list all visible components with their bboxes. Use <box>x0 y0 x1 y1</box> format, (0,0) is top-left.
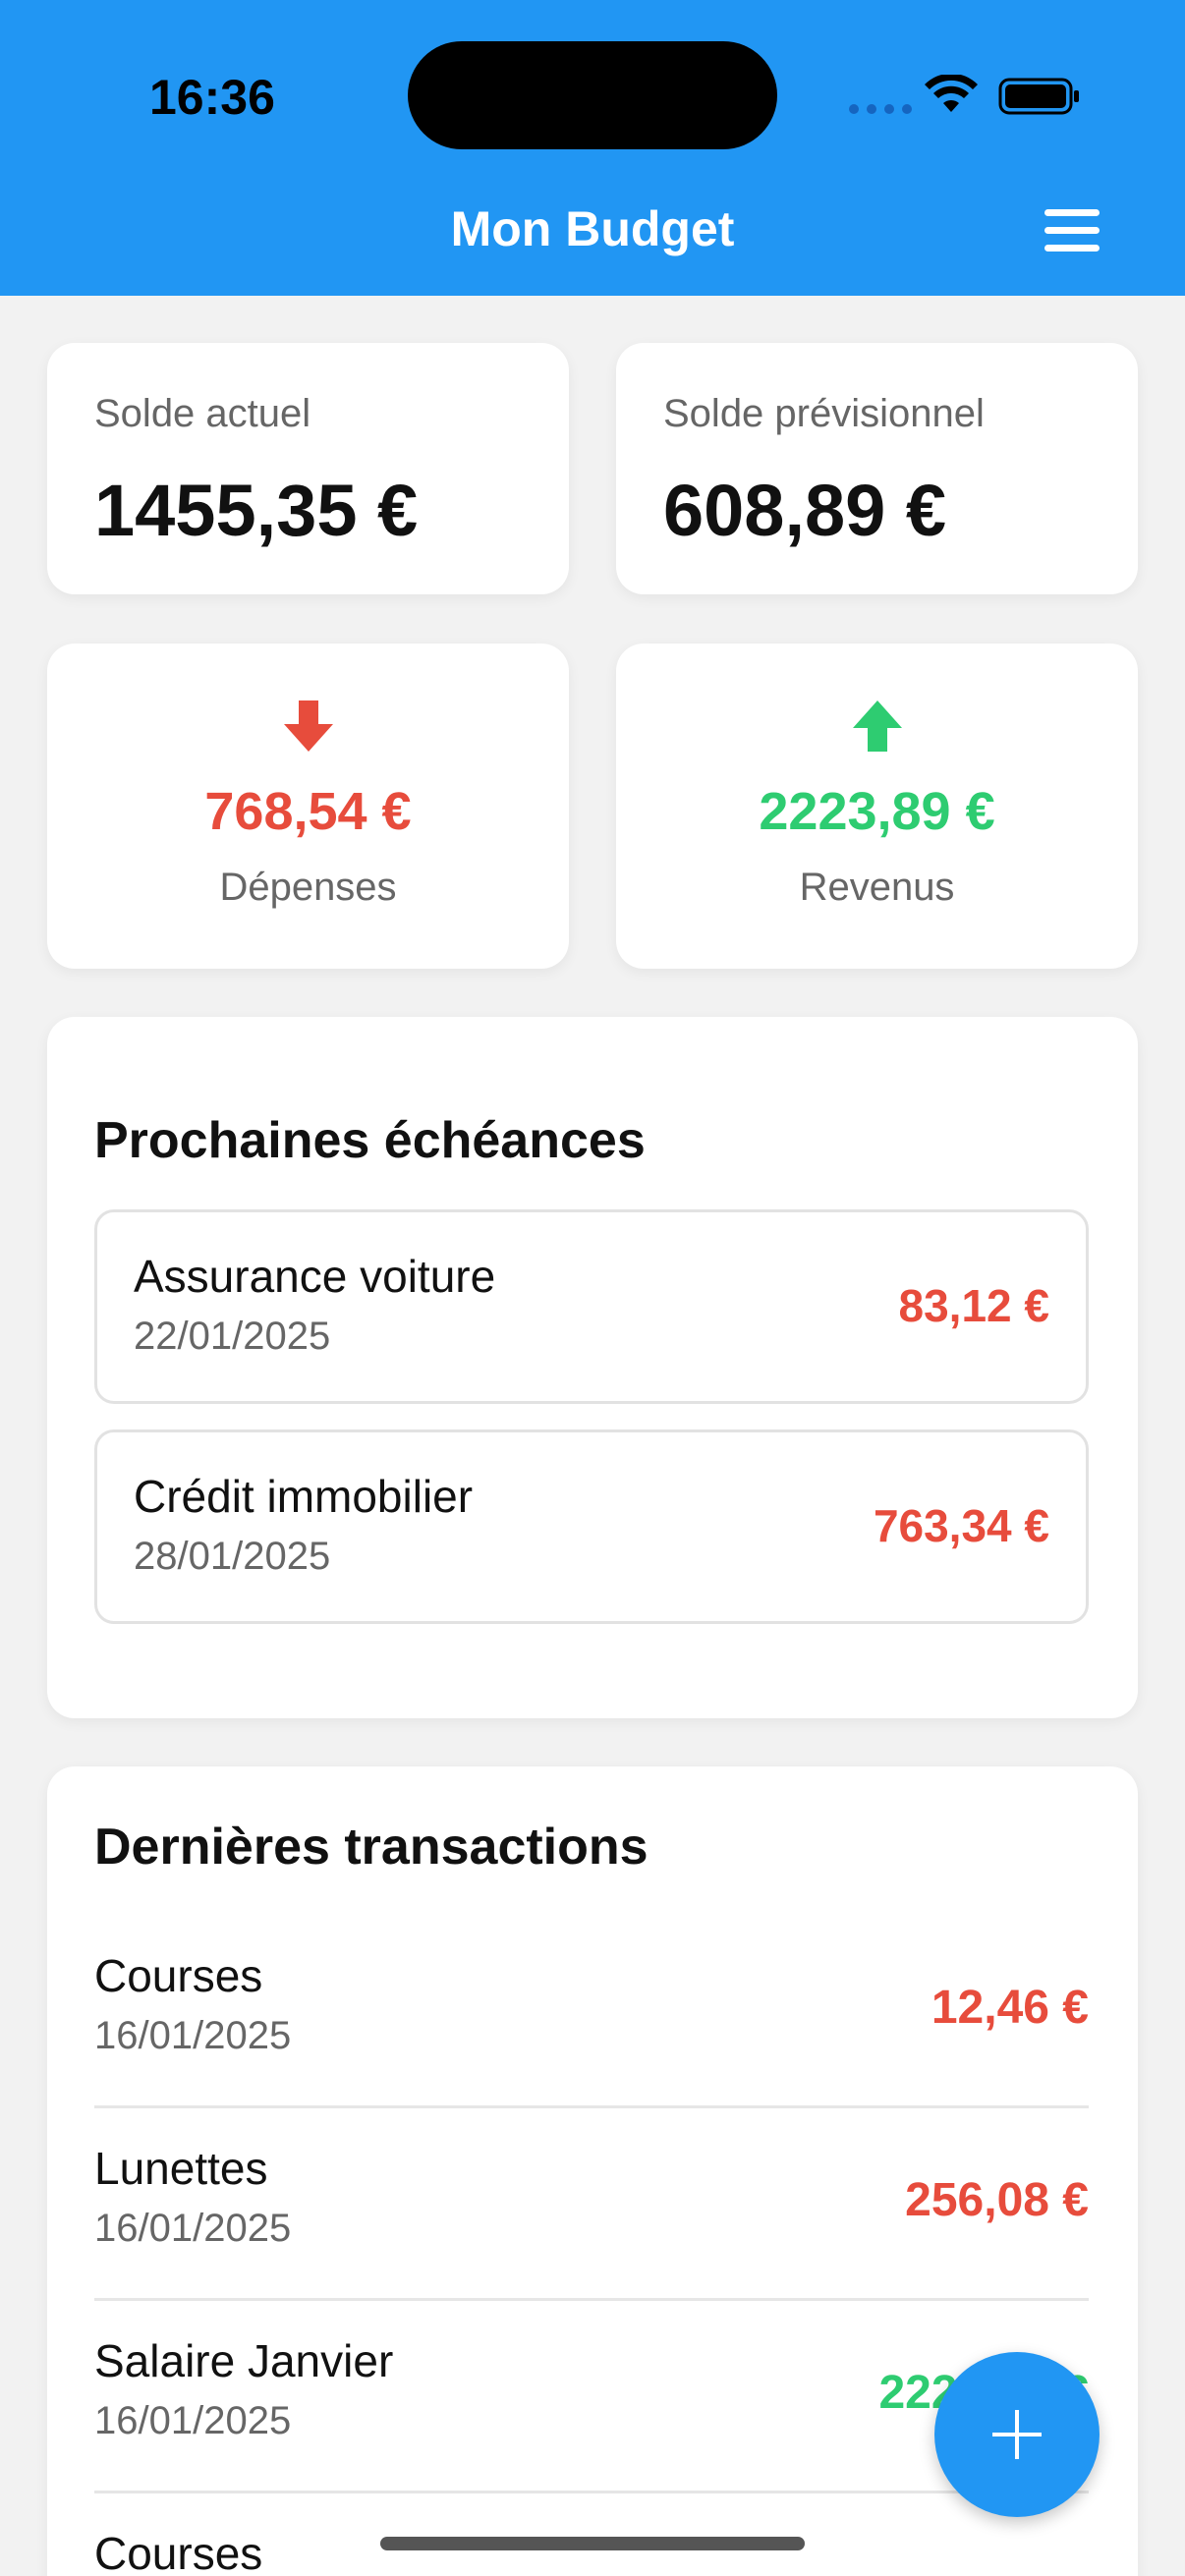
expenses-value: 768,54 € <box>204 782 412 841</box>
transaction-row[interactable]: Courses 16/01/2025 12,46 € <box>94 1916 1089 2108</box>
dynamic-island <box>408 41 777 149</box>
upcoming-item-date: 22/01/2025 <box>134 1315 331 1358</box>
transaction-name: Courses <box>94 2528 263 2576</box>
forecast-balance-label: Solde prévisionnel <box>663 392 985 435</box>
arrow-down-icon <box>283 700 333 752</box>
transaction-name: Lunettes <box>94 2143 268 2194</box>
wifi-icon <box>925 75 978 112</box>
upcoming-item-date: 28/01/2025 <box>134 1535 331 1578</box>
expenses-card[interactable]: 768,54 € Dépenses <box>47 644 569 969</box>
transaction-name: Courses <box>94 1950 263 2001</box>
current-balance-card: Solde actuel 1455,35 € <box>47 343 569 594</box>
home-indicator[interactable] <box>380 2537 805 2550</box>
current-balance-label: Solde actuel <box>94 392 311 435</box>
upcoming-item-amount: 83,12 € <box>898 1280 1049 1331</box>
transaction-name: Salaire Janvier <box>94 2335 394 2386</box>
plus-icon <box>992 2410 1042 2459</box>
upcoming-item[interactable]: Assurance voiture 22/01/2025 83,12 € <box>94 1209 1089 1404</box>
transaction-row[interactable]: Lunettes 16/01/2025 256,08 € <box>94 2108 1089 2301</box>
upcoming-item[interactable]: Crédit immobilier 28/01/2025 763,34 € <box>94 1429 1089 1624</box>
upcoming-item-name: Assurance voiture <box>134 1251 496 1302</box>
transaction-date: 16/01/2025 <box>94 2399 292 2442</box>
transaction-row[interactable]: Courses <box>94 2493 1089 2576</box>
forecast-balance-value: 608,89 € <box>663 470 947 551</box>
upcoming-item-name: Crédit immobilier <box>134 1471 474 1522</box>
current-balance-value: 1455,35 € <box>94 470 419 551</box>
menu-icon[interactable] <box>1044 209 1100 252</box>
cellular-signal-icon <box>849 104 912 114</box>
transaction-date: 16/01/2025 <box>94 2014 292 2057</box>
income-label: Revenus <box>799 866 955 909</box>
transaction-amount: 256,08 € <box>905 2174 1089 2226</box>
status-time: 16:36 <box>149 70 275 125</box>
app-header: 16:36 Mon Budget <box>0 0 1185 296</box>
upcoming-title: Prochaines échéances <box>94 1112 646 1169</box>
forecast-balance-card: Solde prévisionnel 608,89 € <box>616 343 1138 594</box>
transactions-title: Dernières transactions <box>94 1819 649 1876</box>
income-card[interactable]: 2223,89 € Revenus <box>616 644 1138 969</box>
transaction-amount: 12,46 € <box>931 1982 1089 2034</box>
battery-icon <box>998 78 1079 115</box>
transaction-date: 16/01/2025 <box>94 2207 292 2250</box>
upcoming-item-amount: 763,34 € <box>873 1500 1049 1551</box>
expenses-label: Dépenses <box>219 866 397 909</box>
upcoming-section: Prochaines échéances Assurance voiture 2… <box>47 1017 1138 1718</box>
arrow-up-icon <box>852 700 902 752</box>
page-title: Mon Budget <box>450 201 735 256</box>
income-value: 2223,89 € <box>759 782 995 841</box>
add-transaction-button[interactable] <box>934 2352 1100 2517</box>
